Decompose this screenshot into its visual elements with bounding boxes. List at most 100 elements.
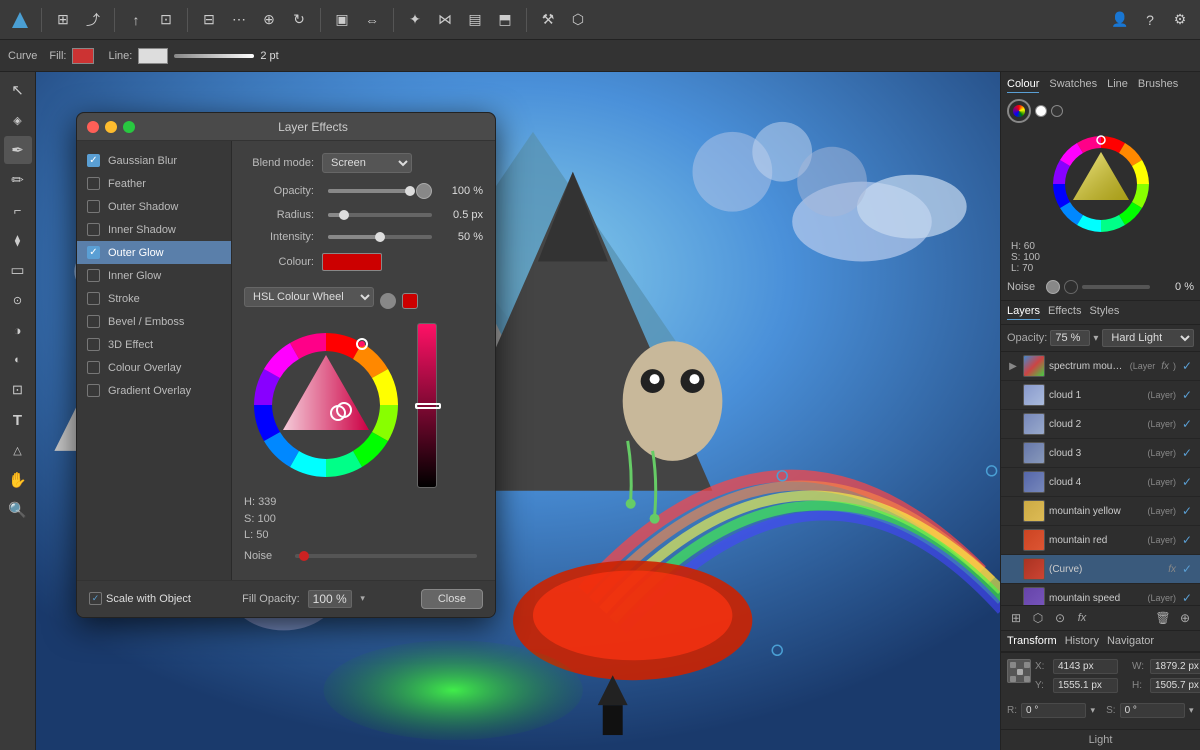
effect-check-stroke[interactable] <box>87 292 100 305</box>
layer-check-curve[interactable]: ✓ <box>1180 562 1194 576</box>
dots-icon[interactable]: ⋯ <box>227 8 251 32</box>
layer-item-mountain-yellow[interactable]: mountain yellow (Layer) ✓ <box>1001 497 1200 526</box>
effect-check-colour-overlay[interactable] <box>87 361 100 374</box>
layer-item-cloud1[interactable]: cloud 1 (Layer) ✓ <box>1001 381 1200 410</box>
layer-item-mountain-speed[interactable]: mountain speed (Layer) ✓ <box>1001 584 1200 605</box>
opacity-circle-btn[interactable] <box>416 183 432 199</box>
layer-item-curve[interactable]: (Curve) fx ✓ <box>1001 555 1200 584</box>
effect-check-bevel-emboss[interactable] <box>87 315 100 328</box>
s-dropdown[interactable]: ▾ <box>1189 701 1194 719</box>
layer-delete-icon[interactable]: 🗑 <box>1154 609 1172 627</box>
bottom-tab-navigator[interactable]: Navigator <box>1107 635 1154 647</box>
color-tab-line[interactable]: Line <box>1107 78 1128 93</box>
layer-expand-mountain-speed[interactable] <box>1007 592 1019 604</box>
layer-copy-icon[interactable]: ⊕ <box>1176 609 1194 627</box>
vector-crop-tool[interactable]: △ <box>4 436 32 464</box>
anchor-bl[interactable] <box>1010 676 1016 682</box>
opacity-strip-thumb[interactable] <box>415 403 441 409</box>
noise-slider-dialog[interactable] <box>295 554 477 558</box>
color-tab-colour[interactable]: Colour <box>1007 78 1039 93</box>
grid2-icon[interactable]: ⊟ <box>197 8 221 32</box>
fill-color-box[interactable] <box>72 48 94 64</box>
settings-icon[interactable]: ⚙ <box>1168 8 1192 32</box>
anchor-center[interactable] <box>1017 669 1023 675</box>
opacity-slider-track[interactable] <box>328 189 410 193</box>
intensity-slider-thumb[interactable] <box>375 232 385 242</box>
layers-tab-layers[interactable]: Layers <box>1007 305 1040 320</box>
color-mode-btn[interactable] <box>1007 99 1031 123</box>
bottom-tab-history[interactable]: History <box>1065 635 1099 647</box>
layer-check-cloud2[interactable]: ✓ <box>1180 417 1194 431</box>
arrange-icon[interactable]: ▣ <box>330 8 354 32</box>
layer-expand-cloud2[interactable] <box>1007 418 1019 430</box>
effect-item-inner-glow[interactable]: Inner Glow <box>77 264 231 287</box>
transform-icon[interactable]: ⊡ <box>154 8 178 32</box>
account-icon[interactable]: 👤 <box>1108 8 1132 32</box>
small-wheel-svg[interactable] <box>1046 129 1156 239</box>
canvas-area[interactable]: Layer Effects ✓ Gaussian Blur Feather <box>36 72 1000 750</box>
rotate-icon[interactable]: ↻ <box>287 8 311 32</box>
color-wheel-selector[interactable]: HSL Colour Wheel RGB Sliders <box>244 287 374 307</box>
layer-fx-icon[interactable]: fx <box>1073 609 1091 627</box>
color-tab-brushes[interactable]: Brushes <box>1138 78 1178 93</box>
layer-check-cloud4[interactable]: ✓ <box>1180 475 1194 489</box>
grid-icon[interactable]: ⊞ <box>51 8 75 32</box>
black-dot[interactable] <box>1051 105 1063 117</box>
transform-h-input[interactable] <box>1150 678 1200 693</box>
shape-tool[interactable]: ▭ <box>4 256 32 284</box>
hsl-color-wheel-svg[interactable] <box>244 323 409 488</box>
opacity-slider-thumb[interactable] <box>405 186 415 196</box>
pencil-tool[interactable]: ✏ <box>4 166 32 194</box>
pen-tool[interactable]: ✒ <box>4 136 32 164</box>
transform-s-input[interactable] <box>1120 703 1185 718</box>
effect-check-inner-shadow[interactable] <box>87 223 100 236</box>
transform-anchor-grid[interactable] <box>1007 659 1031 683</box>
small-color-wheel[interactable] <box>1007 129 1194 239</box>
colour-swatch[interactable] <box>322 253 382 271</box>
dialog-close-btn[interactable] <box>87 121 99 133</box>
effect-item-colour-overlay[interactable]: Colour Overlay <box>77 356 231 379</box>
bottom-tab-transform[interactable]: Transform <box>1007 635 1057 647</box>
radius-slider-thumb[interactable] <box>339 210 349 220</box>
node-tool[interactable]: ◈ <box>4 106 32 134</box>
brush-tool[interactable]: ⌐ <box>4 196 32 224</box>
color-tab-swatches[interactable]: Swatches <box>1049 78 1097 93</box>
layer-check-spectrum[interactable]: ✓ <box>1180 359 1194 373</box>
blend-mode-select[interactable]: Screen Normal Multiply Overlay <box>322 153 412 173</box>
effect-item-stroke[interactable]: Stroke <box>77 287 231 310</box>
effect-check-feather[interactable] <box>87 177 100 190</box>
fill-opacity-dropdown[interactable]: ▾ <box>356 590 370 608</box>
layer-expand-mountain-red[interactable] <box>1007 534 1019 546</box>
effect-item-outer-glow[interactable]: ✓ Outer Glow <box>77 241 231 264</box>
effect-item-gaussian-blur[interactable]: ✓ Gaussian Blur <box>77 149 231 172</box>
transform-y-input[interactable] <box>1053 678 1118 693</box>
scale-with-object-checkbox[interactable]: ✓ Scale with Object <box>89 592 191 605</box>
line-color-box[interactable] <box>138 48 168 64</box>
transform-w-input[interactable] <box>1150 659 1200 674</box>
move-icon[interactable]: ↑ <box>124 8 148 32</box>
anchor-br[interactable] <box>1024 676 1030 682</box>
effect-check-outer-glow[interactable]: ✓ <box>87 246 100 259</box>
snap-icon[interactable]: ✦ <box>403 8 427 32</box>
layer-check-mountain-red[interactable]: ✓ <box>1180 533 1194 547</box>
anchor-tr[interactable] <box>1024 662 1030 668</box>
close-button[interactable]: Close <box>421 589 483 609</box>
export-icon[interactable]: ⬒ <box>493 8 517 32</box>
share-icon[interactable]: ⤴ <box>81 8 105 32</box>
select-icon[interactable]: ⊕ <box>257 8 281 32</box>
help-icon[interactable]: ? <box>1138 8 1162 32</box>
tools-icon[interactable]: ⚒ <box>536 8 560 32</box>
line-width-slider[interactable] <box>174 54 254 58</box>
r-dropdown[interactable]: ▾ <box>1090 701 1095 719</box>
layers-tab-styles[interactable]: Styles <box>1089 305 1119 320</box>
transform-r-input[interactable] <box>1021 703 1086 718</box>
effect-check-outer-shadow[interactable] <box>87 200 100 213</box>
effect-item-3d-effect[interactable]: 3D Effect <box>77 333 231 356</box>
transform-x-input[interactable] <box>1053 659 1118 674</box>
paint-bucket-tool[interactable]: ⧫ <box>4 226 32 254</box>
crop-tool[interactable]: ⊡ <box>4 376 32 404</box>
layers-tab-effects[interactable]: Effects <box>1048 305 1081 320</box>
color-preview-small[interactable] <box>402 293 418 309</box>
paint-icon[interactable]: ⬡ <box>566 8 590 32</box>
layer-expand-cloud1[interactable] <box>1007 389 1019 401</box>
